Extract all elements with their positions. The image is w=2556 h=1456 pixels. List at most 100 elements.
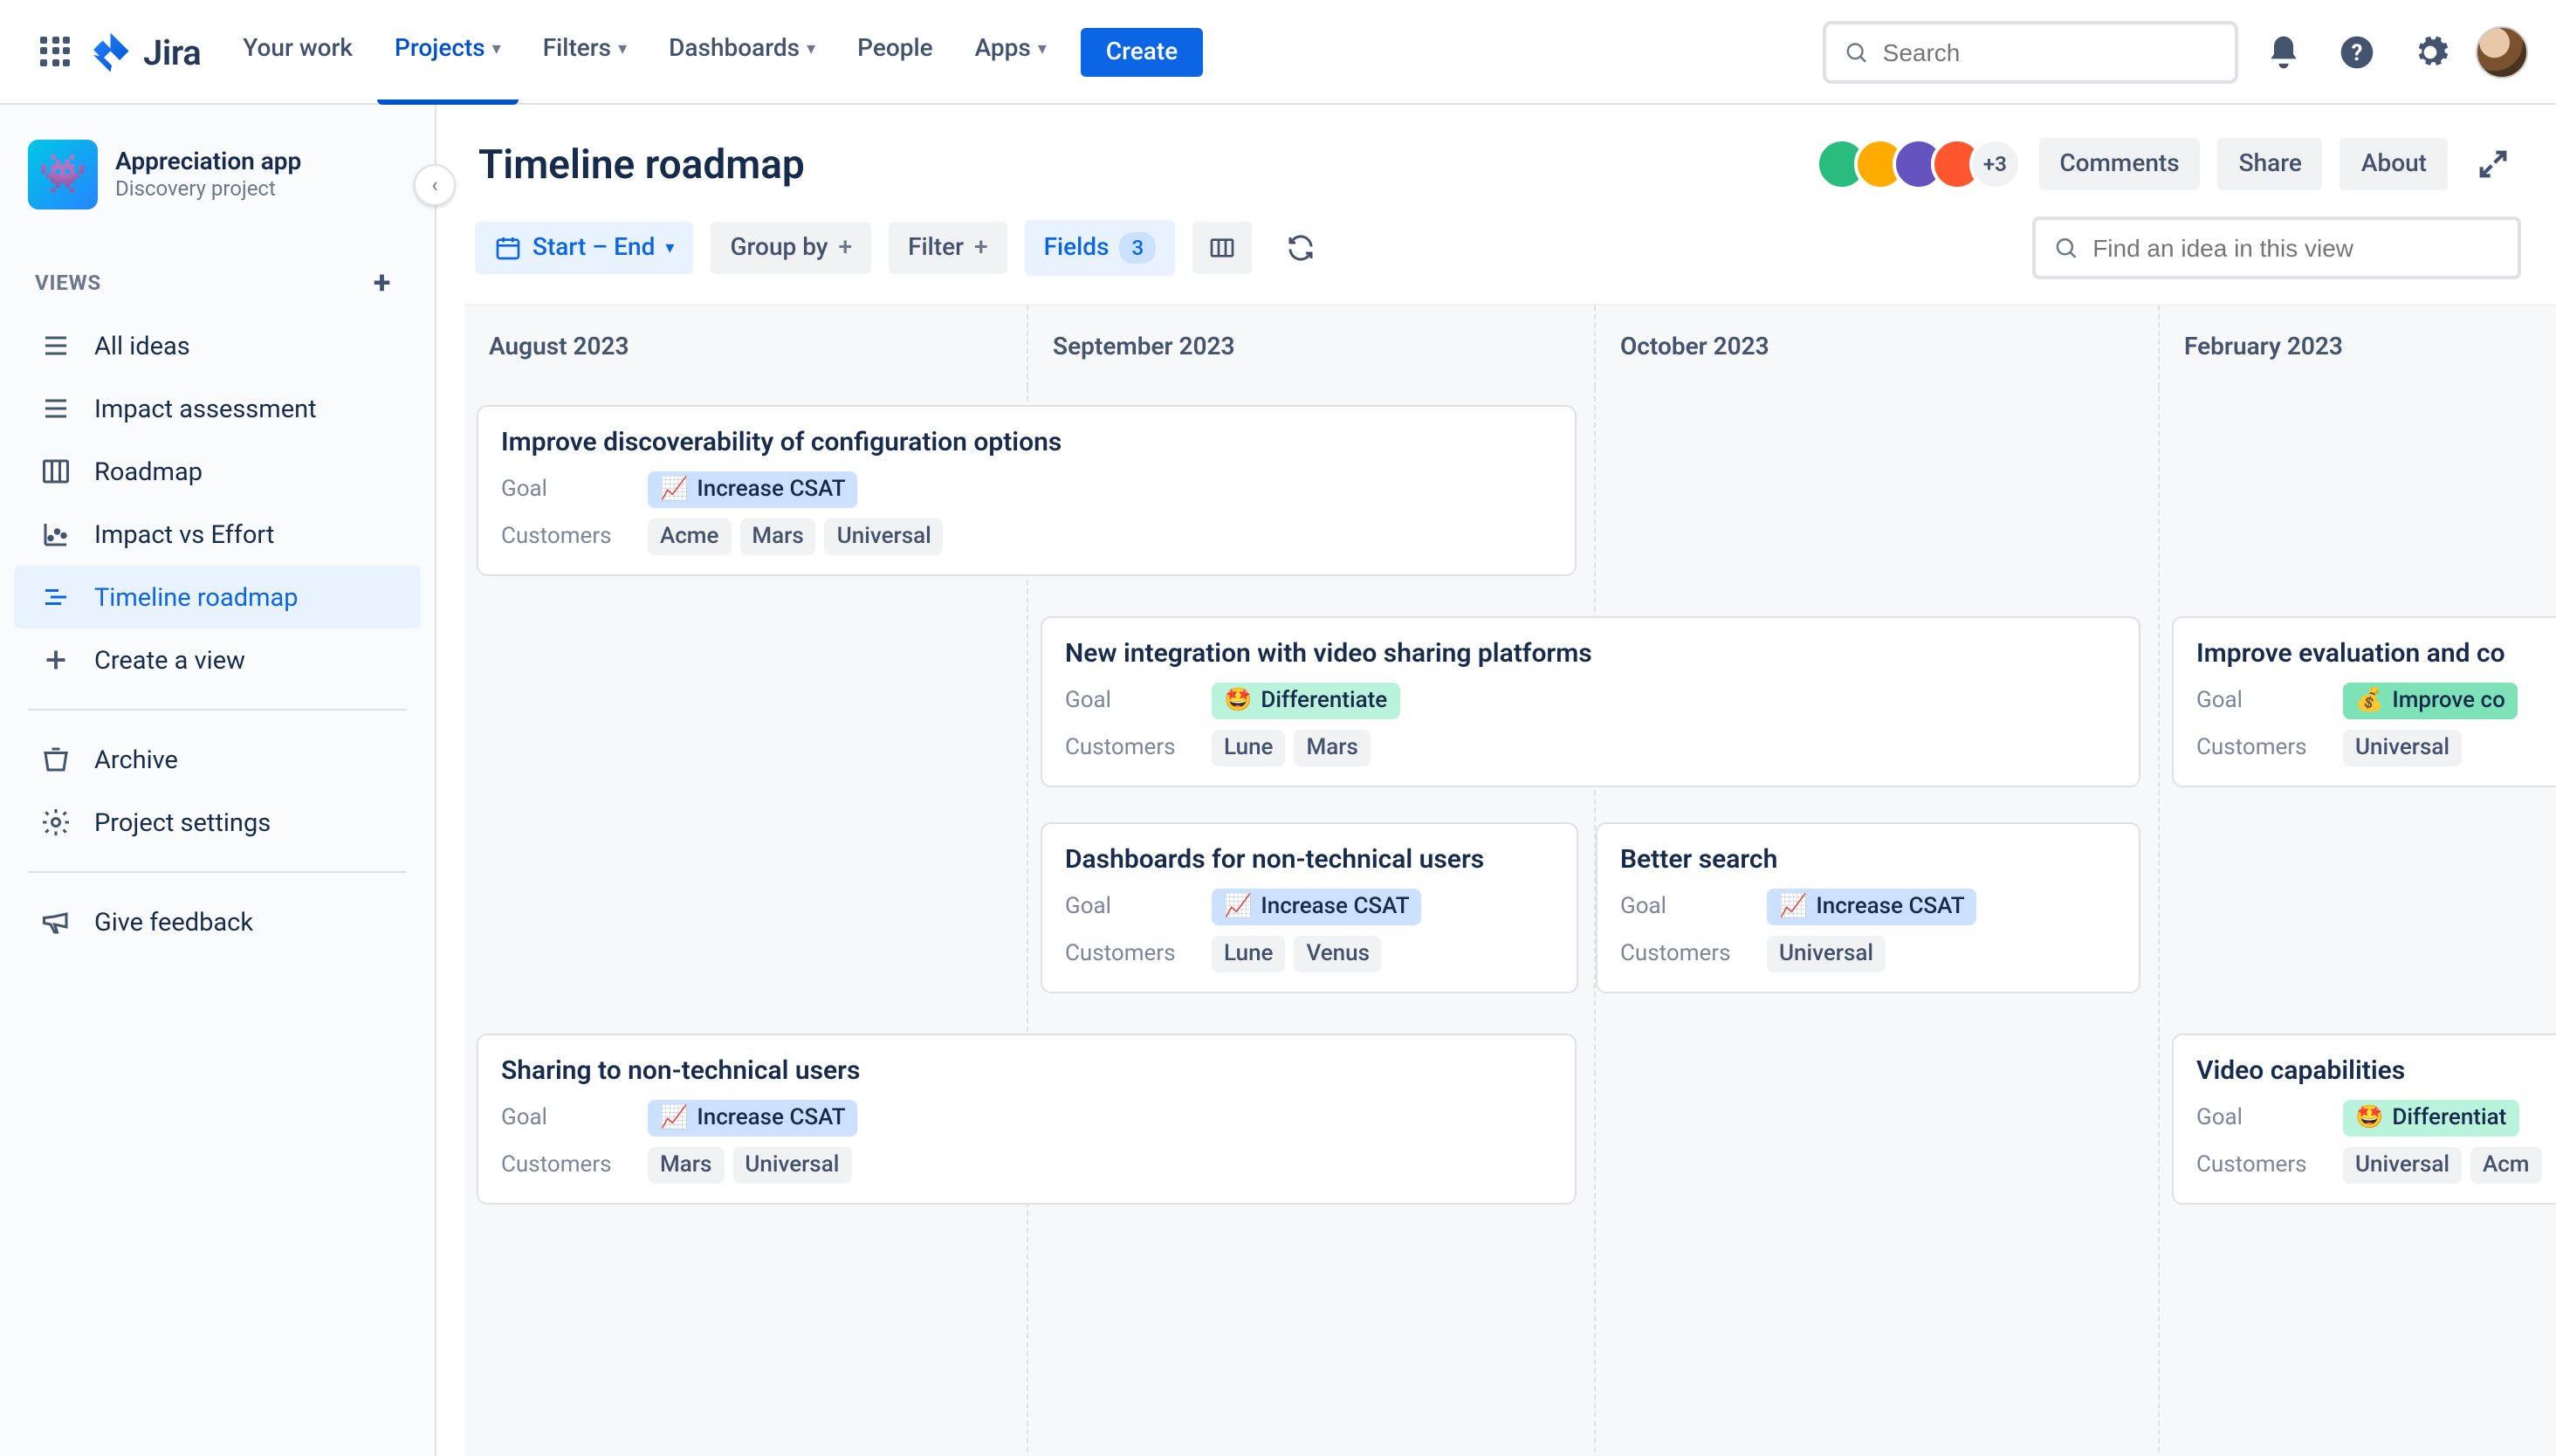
timeline-card[interactable]: Improve discoverability of configuration… xyxy=(477,405,1577,576)
customer-tag: Acme xyxy=(648,519,731,555)
date-range-button[interactable]: Start – End ▾ xyxy=(475,222,693,274)
chevron-down-icon: ▾ xyxy=(492,39,501,58)
svg-text:?: ? xyxy=(2352,39,2363,65)
give-feedback-button[interactable]: Give feedback xyxy=(14,890,421,953)
card-title: Sharing to non-technical users xyxy=(501,1054,1552,1086)
timeline-header: August 2023September 2023October 2023Feb… xyxy=(464,304,2556,388)
timeline-card[interactable]: Video capabilities Goal 🤩Differentiat Cu… xyxy=(2172,1034,2556,1205)
list-icon xyxy=(38,393,73,424)
find-idea-input[interactable] xyxy=(2092,234,2500,262)
about-button[interactable]: About xyxy=(2340,138,2448,190)
customers-label: Customers xyxy=(1620,941,1767,967)
goal-label: Goal xyxy=(1620,894,1767,920)
chevron-down-icon: ▾ xyxy=(618,39,627,58)
customer-tag: Universal xyxy=(825,519,944,555)
fullscreen-icon[interactable] xyxy=(2465,136,2521,192)
notifications-icon[interactable] xyxy=(2256,24,2312,79)
settings-icon[interactable] xyxy=(2402,24,2458,79)
sidebar-item-roadmap[interactable]: Roadmap xyxy=(14,440,421,503)
jira-logo[interactable]: Jira xyxy=(91,31,201,72)
customer-tag: Universal xyxy=(1767,936,1886,972)
sidebar-item-timeline-roadmap[interactable]: Timeline roadmap xyxy=(14,566,421,628)
sidebar: 👾 Appreciation app Discovery project ‹ V… xyxy=(0,105,436,1456)
chevron-down-icon: ▾ xyxy=(807,39,815,58)
goal-tag: 💰Improve co xyxy=(2343,683,2518,719)
columns-icon xyxy=(1208,234,1236,262)
customers-label: Customers xyxy=(2196,1152,2343,1178)
comments-button[interactable]: Comments xyxy=(2038,138,2200,190)
chevron-down-icon: ▾ xyxy=(665,238,674,258)
sidebar-item-archive[interactable]: Archive xyxy=(14,728,421,791)
timeline-icon xyxy=(38,581,73,613)
global-search[interactable] xyxy=(1823,20,2238,83)
timeline-card[interactable]: New integration with video sharing platf… xyxy=(1041,616,2140,787)
sidebar-item-project-settings[interactable]: Project settings xyxy=(14,791,421,854)
group-by-button[interactable]: Group by + xyxy=(711,222,871,274)
main-content: Timeline roadmap +3 Comments Share About xyxy=(436,105,2556,1456)
customer-tag: Mars xyxy=(1295,730,1371,766)
goal-label: Goal xyxy=(501,1105,648,1131)
goal-label: Goal xyxy=(2196,688,2343,714)
timeline-card[interactable]: Sharing to non-technical users Goal 📈Inc… xyxy=(477,1034,1577,1205)
sidebar-item-create-a-view[interactable]: Create a view xyxy=(14,628,421,691)
goal-tag: 📈Increase CSAT xyxy=(648,471,858,508)
search-icon xyxy=(1844,38,1869,65)
customer-tag: Universal xyxy=(732,1147,851,1184)
collaborator-avatars[interactable]: +3 xyxy=(1815,138,2021,190)
nav-item-apps[interactable]: Apps▾ xyxy=(958,0,1064,104)
sidebar-item-impact-assessment[interactable]: Impact assessment xyxy=(14,377,421,440)
board-icon xyxy=(38,456,73,487)
customer-tag: Lune xyxy=(1212,730,1286,766)
nav-item-people[interactable]: People xyxy=(840,0,950,104)
customer-tag: Universal xyxy=(2343,730,2462,766)
customer-tag: Acm xyxy=(2470,1147,2541,1184)
search-icon xyxy=(2053,234,2078,262)
sidebar-item-all-ideas[interactable]: All ideas xyxy=(14,314,421,377)
nav-item-filters[interactable]: Filters▾ xyxy=(526,0,644,104)
gear-icon xyxy=(38,807,73,838)
account-avatar[interactable] xyxy=(2476,25,2528,78)
fields-button[interactable]: Fields 3 xyxy=(1025,220,1176,276)
project-name: Appreciation app xyxy=(115,148,301,176)
find-idea-box[interactable] xyxy=(2032,216,2521,279)
add-view-icon[interactable]: + xyxy=(365,265,400,300)
customer-tag: Universal xyxy=(2343,1147,2462,1184)
timeline-card[interactable]: Dashboards for non-technical users Goal … xyxy=(1041,822,1578,993)
megaphone-icon xyxy=(38,906,73,937)
timeline-card[interactable]: Improve evaluation and co Goal 💰Improve … xyxy=(2172,616,2556,787)
customer-tag: Lune xyxy=(1212,936,1286,972)
goal-tag: 📈Increase CSAT xyxy=(1212,889,1422,925)
timeline-column-header: September 2023 xyxy=(1028,306,1596,388)
create-button[interactable]: Create xyxy=(1082,27,1202,76)
plus-icon xyxy=(38,644,73,676)
customers-label: Customers xyxy=(1065,941,1212,967)
share-button[interactable]: Share xyxy=(2218,138,2323,190)
project-header[interactable]: 👾 Appreciation app Discovery project xyxy=(14,133,421,234)
goal-label: Goal xyxy=(1065,688,1212,714)
refresh-icon xyxy=(1285,232,1316,264)
timeline-card[interactable]: Better search Goal 📈Increase CSAT Custom… xyxy=(1596,822,2140,993)
filter-button[interactable]: Filter + xyxy=(889,222,1007,274)
help-icon[interactable]: ? xyxy=(2329,24,2385,79)
timeline-column-header: October 2023 xyxy=(1596,306,2160,388)
goal-tag: 🤩Differentiate xyxy=(1212,683,1399,719)
timeline-body[interactable]: Improve discoverability of configuration… xyxy=(464,388,2556,1456)
card-title: Dashboards for non-technical users xyxy=(1065,843,1554,875)
goal-tag: 📈Increase CSAT xyxy=(1767,889,1977,925)
card-title: Improve discoverability of configuration… xyxy=(501,426,1552,457)
refresh-button[interactable] xyxy=(1269,220,1332,276)
card-title: New integration with video sharing platf… xyxy=(1065,637,2116,669)
avatar-more[interactable]: +3 xyxy=(1969,138,2021,190)
goal-tag: 🤩Differentiat xyxy=(2343,1100,2518,1137)
nav-item-your-work[interactable]: Your work xyxy=(225,0,370,104)
sidebar-item-impact-vs-effort[interactable]: Impact vs Effort xyxy=(14,503,421,566)
nav-item-dashboards[interactable]: Dashboards▾ xyxy=(651,0,833,104)
customer-tag: Mars xyxy=(648,1147,724,1184)
search-input[interactable] xyxy=(1883,38,2217,65)
nav-item-projects[interactable]: Projects▾ xyxy=(377,0,519,104)
app-switcher-icon[interactable] xyxy=(28,24,84,79)
collapse-sidebar-button[interactable]: ‹ xyxy=(414,164,456,206)
column-settings-button[interactable] xyxy=(1192,222,1252,274)
fields-count-badge: 3 xyxy=(1120,232,1157,264)
card-title: Better search xyxy=(1620,843,2116,875)
